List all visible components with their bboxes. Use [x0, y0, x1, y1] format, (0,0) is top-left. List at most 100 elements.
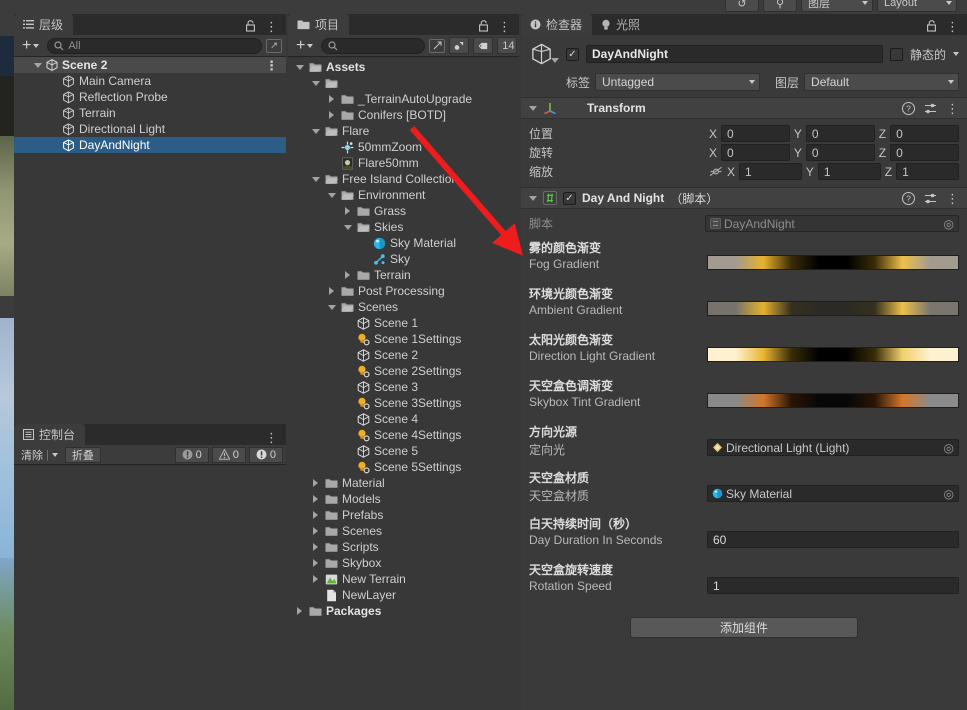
- hierarchy-item-terrain[interactable]: Terrain: [14, 105, 286, 121]
- project-item-scene-5settings[interactable]: Scene 5Settings: [288, 459, 519, 475]
- gradient-field[interactable]: [707, 393, 959, 408]
- foldout-collapsed-icon[interactable]: [310, 495, 321, 503]
- position-z-input[interactable]: 0: [890, 125, 959, 142]
- lock-icon[interactable]: [478, 20, 489, 32]
- project-item-scene-3[interactable]: Scene 3: [288, 379, 519, 395]
- gradient-field[interactable]: [707, 347, 959, 362]
- foldout-collapsed-icon[interactable]: [310, 527, 321, 535]
- project-item-material[interactable]: Material: [288, 475, 519, 491]
- project-menu-icon[interactable]: ⋮: [498, 20, 511, 33]
- history-button[interactable]: ↺: [725, 0, 759, 12]
- gameobject-name-input[interactable]: DayAndNight: [586, 45, 883, 63]
- project-item-conifers-botd-[interactable]: Conifers [BOTD]: [288, 107, 519, 123]
- project-item-scene-1settings[interactable]: Scene 1Settings: [288, 331, 519, 347]
- project-item-scene-2[interactable]: Scene 2: [288, 347, 519, 363]
- hierarchy-expand-button[interactable]: [266, 38, 282, 53]
- layer-dropdown[interactable]: Default: [804, 73, 959, 91]
- create-asset-button[interactable]: +: [292, 37, 317, 53]
- hierarchy-menu-icon[interactable]: ⋮: [265, 20, 278, 33]
- project-hidden-count-button[interactable]: 14: [497, 37, 518, 54]
- object-picker-icon[interactable]: ◎: [944, 487, 954, 501]
- console-warning-count[interactable]: 0: [211, 446, 246, 463]
- project-item-flare50mm[interactable]: Flare50mm: [288, 155, 519, 171]
- script-foldout-icon[interactable]: [529, 195, 537, 201]
- project-item-scripts[interactable]: Scripts: [288, 539, 519, 555]
- foldout-collapsed-icon[interactable]: [310, 559, 321, 567]
- project-item-unnamed[interactable]: [288, 75, 519, 91]
- console-menu-icon[interactable]: ⋮: [265, 431, 278, 444]
- foldout-collapsed-icon[interactable]: [294, 607, 305, 615]
- project-item-scene-5[interactable]: Scene 5: [288, 443, 519, 459]
- project-item-skybox[interactable]: Skybox: [288, 555, 519, 571]
- scene-menu-icon[interactable]: ⋮: [265, 59, 278, 72]
- tab-project[interactable]: 项目: [288, 14, 350, 35]
- project-item-skies[interactable]: Skies: [288, 219, 519, 235]
- foldout-collapsed-icon[interactable]: [310, 511, 321, 519]
- static-checkbox[interactable]: [889, 47, 903, 61]
- project-filter-label-button[interactable]: [473, 37, 494, 54]
- hierarchy-item-dayandnight[interactable]: DayAndNight: [14, 137, 286, 153]
- console-log-list[interactable]: [14, 465, 286, 709]
- layers-dropdown[interactable]: 图层: [801, 0, 873, 12]
- preset-icon[interactable]: [924, 102, 937, 115]
- add-gameobject-button[interactable]: +: [18, 37, 43, 53]
- project-item-scene-4settings[interactable]: Scene 4Settings: [288, 427, 519, 443]
- project-item-scene-1[interactable]: Scene 1: [288, 315, 519, 331]
- object-reference-field[interactable]: Directional Light (Light) ◎: [707, 439, 959, 456]
- foldout-collapsed-icon[interactable]: [310, 479, 321, 487]
- dayandnight-component-header[interactable]: ✓ Day And Night （脚本） ? ⋮: [521, 187, 967, 209]
- preset-icon[interactable]: [924, 192, 937, 205]
- position-y-input[interactable]: 0: [805, 125, 875, 142]
- project-item--terrainautoupgrade[interactable]: _TerrainAutoUpgrade: [288, 91, 519, 107]
- foldout-collapsed-icon[interactable]: [342, 207, 353, 215]
- console-log-count[interactable]: 0: [174, 446, 209, 463]
- gradient-field[interactable]: [707, 255, 959, 270]
- hierarchy-scene-row[interactable]: Scene 2 ⋮: [14, 57, 286, 73]
- gameobject-icon[interactable]: [529, 41, 559, 67]
- inspector-menu-icon[interactable]: ⋮: [946, 20, 959, 33]
- tab-hierarchy[interactable]: 层级: [14, 14, 74, 35]
- help-icon[interactable]: ?: [902, 101, 915, 115]
- tab-lighting[interactable]: 光照: [592, 14, 650, 35]
- rotation-x-input[interactable]: 0: [721, 144, 790, 161]
- rotation-z-input[interactable]: 0: [890, 144, 959, 161]
- tab-console[interactable]: 控制台: [14, 424, 86, 445]
- project-item-sky-material[interactable]: Sky Material: [288, 235, 519, 251]
- scale-y-input[interactable]: 1: [817, 163, 881, 180]
- project-item-environment[interactable]: Environment: [288, 187, 519, 203]
- project-item-assets[interactable]: Assets: [288, 59, 519, 75]
- project-item-sky[interactable]: Sky: [288, 251, 519, 267]
- transform-foldout-icon[interactable]: [529, 105, 537, 111]
- foldout-collapsed-icon[interactable]: [310, 575, 321, 583]
- console-clear-button[interactable]: 清除 |: [17, 447, 62, 463]
- project-item-scene-4[interactable]: Scene 4: [288, 411, 519, 427]
- tag-dropdown[interactable]: Untagged: [595, 73, 761, 91]
- project-item-packages[interactable]: Packages: [288, 603, 519, 619]
- foldout-collapsed-icon[interactable]: [342, 271, 353, 279]
- project-item-prefabs[interactable]: Prefabs: [288, 507, 519, 523]
- console-collapse-button[interactable]: 折叠: [64, 446, 101, 463]
- project-item-scene-3settings[interactable]: Scene 3Settings: [288, 395, 519, 411]
- foldout-expanded-icon[interactable]: [310, 128, 321, 134]
- foldout-collapsed-icon[interactable]: [326, 111, 337, 119]
- transform-menu-icon[interactable]: ⋮: [946, 102, 959, 115]
- gameobject-active-checkbox[interactable]: ✓: [566, 47, 579, 61]
- project-item-new-terrain[interactable]: New Terrain: [288, 571, 519, 587]
- constrain-proportions-off-icon[interactable]: [709, 166, 723, 177]
- search-button[interactable]: ⚲: [763, 0, 797, 12]
- layout-dropdown[interactable]: Layout: [877, 0, 957, 12]
- number-input[interactable]: 60: [707, 531, 959, 548]
- foldout-expanded-icon[interactable]: [326, 192, 337, 198]
- foldout-expanded-icon[interactable]: [342, 224, 353, 230]
- hierarchy-search-input[interactable]: All: [47, 37, 262, 54]
- object-picker-icon[interactable]: ◎: [944, 441, 954, 455]
- project-search-input[interactable]: [321, 37, 426, 54]
- static-dropdown-icon[interactable]: [953, 52, 959, 56]
- foldout-expanded-icon[interactable]: [310, 80, 321, 86]
- gradient-field[interactable]: [707, 301, 959, 316]
- transform-component-header[interactable]: Transform ? ⋮: [521, 97, 967, 119]
- foldout-collapsed-icon[interactable]: [310, 543, 321, 551]
- position-x-input[interactable]: 0: [721, 125, 790, 142]
- foldout-collapsed-icon[interactable]: [326, 95, 337, 103]
- console-error-count[interactable]: 0: [248, 446, 283, 463]
